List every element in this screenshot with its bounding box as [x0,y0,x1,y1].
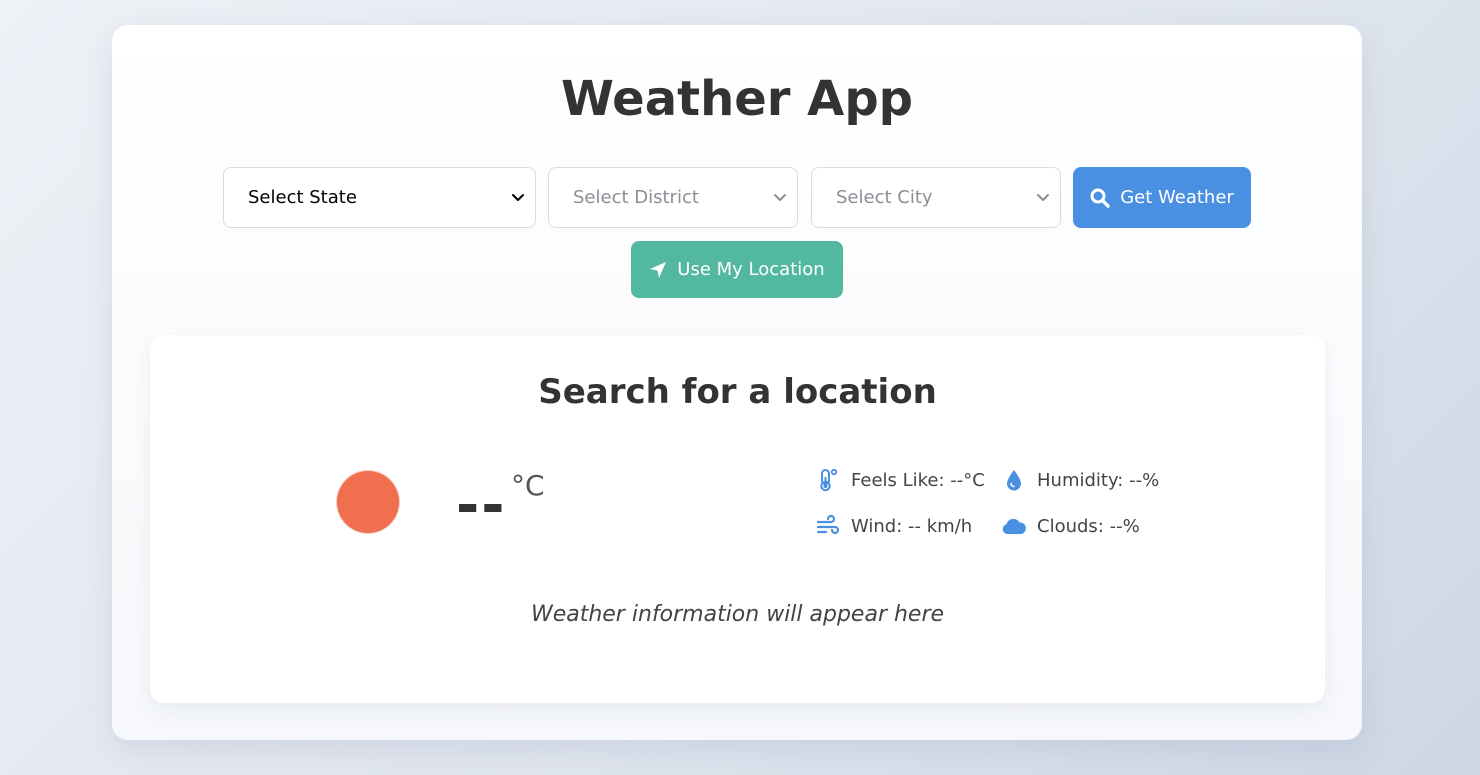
weather-result-panel: Search for a location -- °C Feels Like: … [150,335,1325,703]
sun-icon [337,471,399,533]
location-heading: Search for a location [538,372,937,412]
wind-detail: Wind: -- km/h [815,512,972,540]
weather-app-card: Weather App Select State Select District… [112,25,1362,740]
wind-icon [815,513,841,539]
weather-info-message: Weather information will appear here [530,602,945,627]
thermometer-icon [815,467,841,493]
wind-text: Wind: -- km/h [851,515,973,537]
get-weather-label: Get Weather [1120,187,1234,208]
clouds-detail: Clouds: --% [1001,512,1140,540]
temperature-unit: °C [511,469,545,502]
search-icon [1090,188,1110,208]
city-select-value: Select City [836,187,933,208]
get-weather-button[interactable]: Get Weather [1073,167,1251,228]
page-title: Weather App [560,71,914,127]
droplet-icon [1001,467,1027,493]
use-my-location-button[interactable]: Use My Location [631,241,843,298]
district-select[interactable]: Select District [548,167,798,228]
chevron-down-icon [774,194,786,201]
clouds-text: Clouds: --% [1037,515,1140,537]
city-select[interactable]: Select City [811,167,1061,228]
humidity-detail: Humidity: --% [1001,466,1159,494]
chevron-down-icon [1037,194,1049,201]
feels-like-text: Feels Like: --°C [851,469,985,491]
chevron-down-icon [512,194,524,201]
temperature-value: -- [456,473,507,538]
district-select-value: Select District [573,187,699,208]
location-arrow-icon [650,261,667,278]
feels-like-detail: Feels Like: --°C [815,466,985,494]
state-select-value: Select State [248,187,357,208]
state-select[interactable]: Select State [223,167,536,228]
use-my-location-label: Use My Location [677,259,825,280]
cloud-icon [1001,513,1027,539]
humidity-text: Humidity: --% [1037,469,1160,491]
